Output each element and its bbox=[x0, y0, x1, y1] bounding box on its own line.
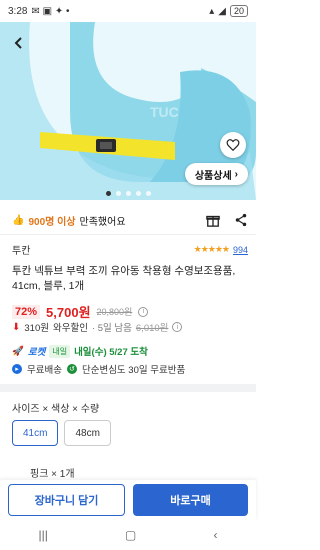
status-time: 3:28 bbox=[8, 5, 28, 17]
chevron-left-icon bbox=[14, 37, 22, 49]
carousel-dot[interactable] bbox=[115, 191, 121, 196]
rating-stars: ★★★★★ bbox=[193, 244, 230, 254]
chevron-right-icon: › bbox=[234, 168, 238, 180]
rocket-label: 로켓 bbox=[27, 347, 46, 358]
size-option-48cm[interactable]: 48cm bbox=[64, 420, 111, 446]
product-detail-label: 상품상세 bbox=[194, 170, 232, 182]
product-detail-button[interactable]: 상품상세 › bbox=[184, 163, 248, 185]
carousel-dot[interactable] bbox=[105, 191, 111, 196]
free-return: 단순변심도 30일 무료반품 bbox=[81, 365, 186, 376]
gift-icon[interactable] bbox=[206, 213, 220, 227]
wifi-icon: ◢ bbox=[218, 5, 226, 17]
add-to-cart-button[interactable]: 장바구니 담기 bbox=[8, 484, 125, 516]
share-icon[interactable] bbox=[234, 213, 248, 227]
battery-icon: 20 bbox=[229, 5, 248, 17]
coupon-row: ⬇ 310원 와우할인 · 5일 남음 6,010원 i bbox=[12, 320, 248, 334]
recent-apps-icon[interactable]: ||| bbox=[39, 528, 48, 542]
option-label: 사이즈 × 색상 × 수량 bbox=[12, 404, 100, 415]
thumbs-up-icon: 👍 bbox=[12, 214, 25, 226]
satisfaction-text: 👍 900명 이상 만족했어요 bbox=[12, 213, 126, 228]
divider bbox=[0, 234, 256, 235]
satisfaction-suffix: 만족했어요 bbox=[79, 216, 126, 228]
product-title: 투칸 넥튜브 부력 조끼 유아동 착용형 수영보조용품, 41cm, 블루, 1… bbox=[12, 265, 236, 292]
coupon-old-price: 6,010원 bbox=[135, 323, 169, 334]
review-count[interactable]: 994 bbox=[233, 245, 248, 255]
home-icon[interactable]: ▢ bbox=[125, 528, 136, 542]
back-nav-icon[interactable]: ‹ bbox=[213, 528, 217, 542]
signal-icon: ▴ bbox=[209, 5, 215, 17]
info-icon[interactable]: i bbox=[172, 322, 183, 332]
discount-rate: 72% bbox=[12, 304, 41, 319]
return-icon: ↺ bbox=[66, 364, 77, 374]
delivery-row: 🚀 로켓 내일 내일(수) 5/27 도착 bbox=[12, 344, 248, 358]
notification-icons: ✉ ▣ ✦ • bbox=[31, 5, 70, 17]
product-image-carousel[interactable]: TUC 상품상세 › bbox=[0, 22, 256, 200]
purchase-action-bar: 장바구니 담기 바로구매 bbox=[0, 480, 256, 520]
status-bar: 3:28 ✉ ▣ ✦ • ▴ ◢ 20 bbox=[0, 0, 256, 22]
rating[interactable]: ★★★★★ 994 bbox=[194, 244, 248, 255]
price-row: 72% 5,700원 20,800원 i bbox=[12, 302, 248, 321]
product-brand-print: TUC bbox=[150, 104, 179, 120]
info-icon[interactable]: i bbox=[138, 306, 149, 317]
satisfaction-banner: 👍 900명 이상 만족했어요 bbox=[12, 210, 248, 230]
coupon-note: · 5일 남음 bbox=[91, 323, 132, 334]
arrow-down-icon: ⬇ bbox=[12, 321, 21, 333]
status-right: ▴ ◢ 20 bbox=[209, 5, 248, 17]
carousel-dot[interactable] bbox=[125, 191, 131, 196]
buy-now-button[interactable]: 바로구매 bbox=[133, 484, 248, 516]
heart-icon bbox=[226, 139, 240, 152]
satisfaction-count: 900명 이상 bbox=[28, 216, 76, 228]
brand-link[interactable]: 투칸 bbox=[12, 242, 30, 257]
sale-price: 5,700원 bbox=[46, 305, 91, 320]
free-shipping: 무료배송 bbox=[27, 365, 62, 376]
arrival-date: 내일(수) 5/27 도착 bbox=[74, 347, 148, 358]
coupon-label: 와우할인 bbox=[52, 323, 88, 334]
section-separator bbox=[0, 384, 256, 392]
rocket-icon: 🚀 bbox=[12, 345, 24, 357]
selected-option-summary: 핑크 × 1개 bbox=[30, 469, 75, 480]
carousel-dot[interactable] bbox=[135, 191, 141, 196]
back-button[interactable] bbox=[8, 32, 30, 54]
system-nav-bar: ||| ▢ ‹ bbox=[0, 520, 256, 550]
original-price: 20,800원 bbox=[96, 307, 133, 317]
carousel-indicators bbox=[0, 191, 256, 196]
coupon-amount: 310원 bbox=[24, 323, 49, 334]
wishlist-button[interactable] bbox=[220, 132, 246, 158]
size-option-41cm[interactable]: 41cm bbox=[12, 420, 59, 446]
brand-rating-row: 투칸 ★★★★★ 994 bbox=[12, 242, 248, 257]
delivery-tag: 내일 bbox=[49, 344, 71, 358]
truck-icon: ▸ bbox=[12, 364, 22, 374]
promo-actions bbox=[206, 213, 248, 227]
status-left: 3:28 ✉ ▣ ✦ • bbox=[8, 6, 70, 17]
carousel-dot[interactable] bbox=[145, 191, 151, 196]
benefit-row: ▸ 무료배송 ↺ 단순변심도 30일 무료반품 bbox=[12, 362, 248, 376]
size-options: 41cm 48cm bbox=[12, 420, 111, 446]
